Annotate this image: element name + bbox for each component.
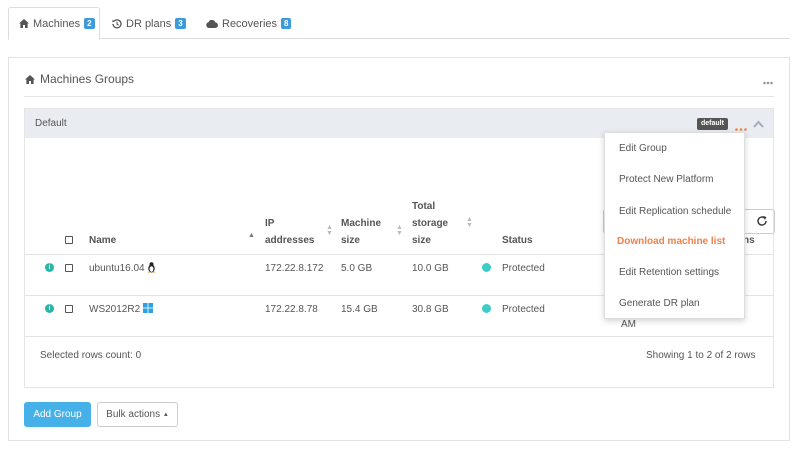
ip-address: 172.22.8.172 [265,263,324,274]
panel-title-label: Machines Groups [40,72,135,86]
partial-cell: AM [621,319,636,330]
caret-up-icon: ▲ [162,412,169,418]
menu-item-protect-new-platform[interactable]: Protect New Platform [619,174,713,185]
group-actions-menu: Edit Group Protect New Platform Edit Rep… [604,132,745,319]
group-menu-icon[interactable] [735,122,747,131]
home-icon [19,19,29,28]
tab-recoveries-label: Recoveries [222,17,278,30]
tab-machines-count: 2 [84,18,95,29]
windows-icon [143,303,153,316]
select-all-checkbox[interactable] [65,236,73,244]
row-checkbox[interactable] [65,264,73,272]
pagination-info: Showing 1 to 2 of 2 rows [646,350,756,361]
col-header-storage-size[interactable]: Total storage size [412,198,448,249]
menu-item-edit-retention-settings[interactable]: Edit Retention settings [619,267,719,278]
status-text: Protected [502,263,545,274]
tab-recoveries-count: 8 [281,18,292,29]
machine-size: 5.0 GB [341,263,373,274]
col-header-machine-size[interactable]: Machine size [341,215,381,249]
info-icon[interactable]: i [45,304,54,313]
tab-bar: Machines 2 DR plans 3 Recoveries 8 [8,4,790,40]
divider [24,96,774,97]
sort-icon[interactable]: ▲ ▼ [326,224,333,237]
home-icon [25,74,35,84]
panel-title: Machines Groups [25,72,134,86]
sort-asc-icon[interactable]: ▲ [248,232,255,239]
tab-dr-plans[interactable]: DR plans 3 [102,7,196,40]
menu-item-edit-group[interactable]: Edit Group [619,143,667,154]
status-dot [482,304,491,313]
tab-dr-plans-count: 3 [175,18,186,29]
col-header-status[interactable]: Status [502,232,533,249]
info-icon[interactable]: i [45,263,54,272]
more-options-icon[interactable] [763,76,773,85]
cloud-icon [206,19,218,28]
tab-dr-plans-label: DR plans [126,17,172,30]
sort-icon[interactable]: ▲ ▼ [466,216,473,229]
col-header-ip[interactable]: IP addresses [265,215,314,249]
menu-item-generate-dr-plan[interactable]: Generate DR plan [619,298,700,309]
tab-machines[interactable]: Machines 2 [8,7,100,40]
machine-name: WS2012R2 [89,304,141,315]
bulk-actions-label: Bulk actions [106,409,161,420]
add-group-button[interactable]: Add Group [24,402,91,427]
storage-size: 30.8 GB [412,304,449,315]
bulk-actions-button[interactable]: Bulk actions ▲ [97,402,178,427]
storage-size: 10.0 GB [412,263,449,274]
tab-machines-label: Machines [33,17,81,30]
chevron-up-icon[interactable] [753,119,764,131]
divider [25,336,773,337]
sort-icon[interactable]: ▲ ▼ [396,224,403,237]
group-name: Default [35,118,67,129]
machine-size: 15.4 GB [341,304,378,315]
ip-address: 172.22.8.78 [265,304,318,315]
menu-item-edit-replication-schedule[interactable]: Edit Replication schedule [619,206,731,217]
col-header-name[interactable]: Name [89,232,116,249]
machine-name: ubuntu16.04 [89,263,145,274]
status-text: Protected [502,304,545,315]
refresh-icon[interactable] [756,215,768,230]
status-dot [482,263,491,272]
selected-rows-count: Selected rows count: 0 [40,350,142,361]
history-icon [112,18,122,29]
linux-icon [147,262,156,276]
tab-recoveries[interactable]: Recoveries 8 [196,7,301,40]
default-badge: default [697,118,728,130]
row-checkbox[interactable] [65,305,73,313]
menu-item-download-machine-list[interactable]: Download machine list [617,236,725,247]
